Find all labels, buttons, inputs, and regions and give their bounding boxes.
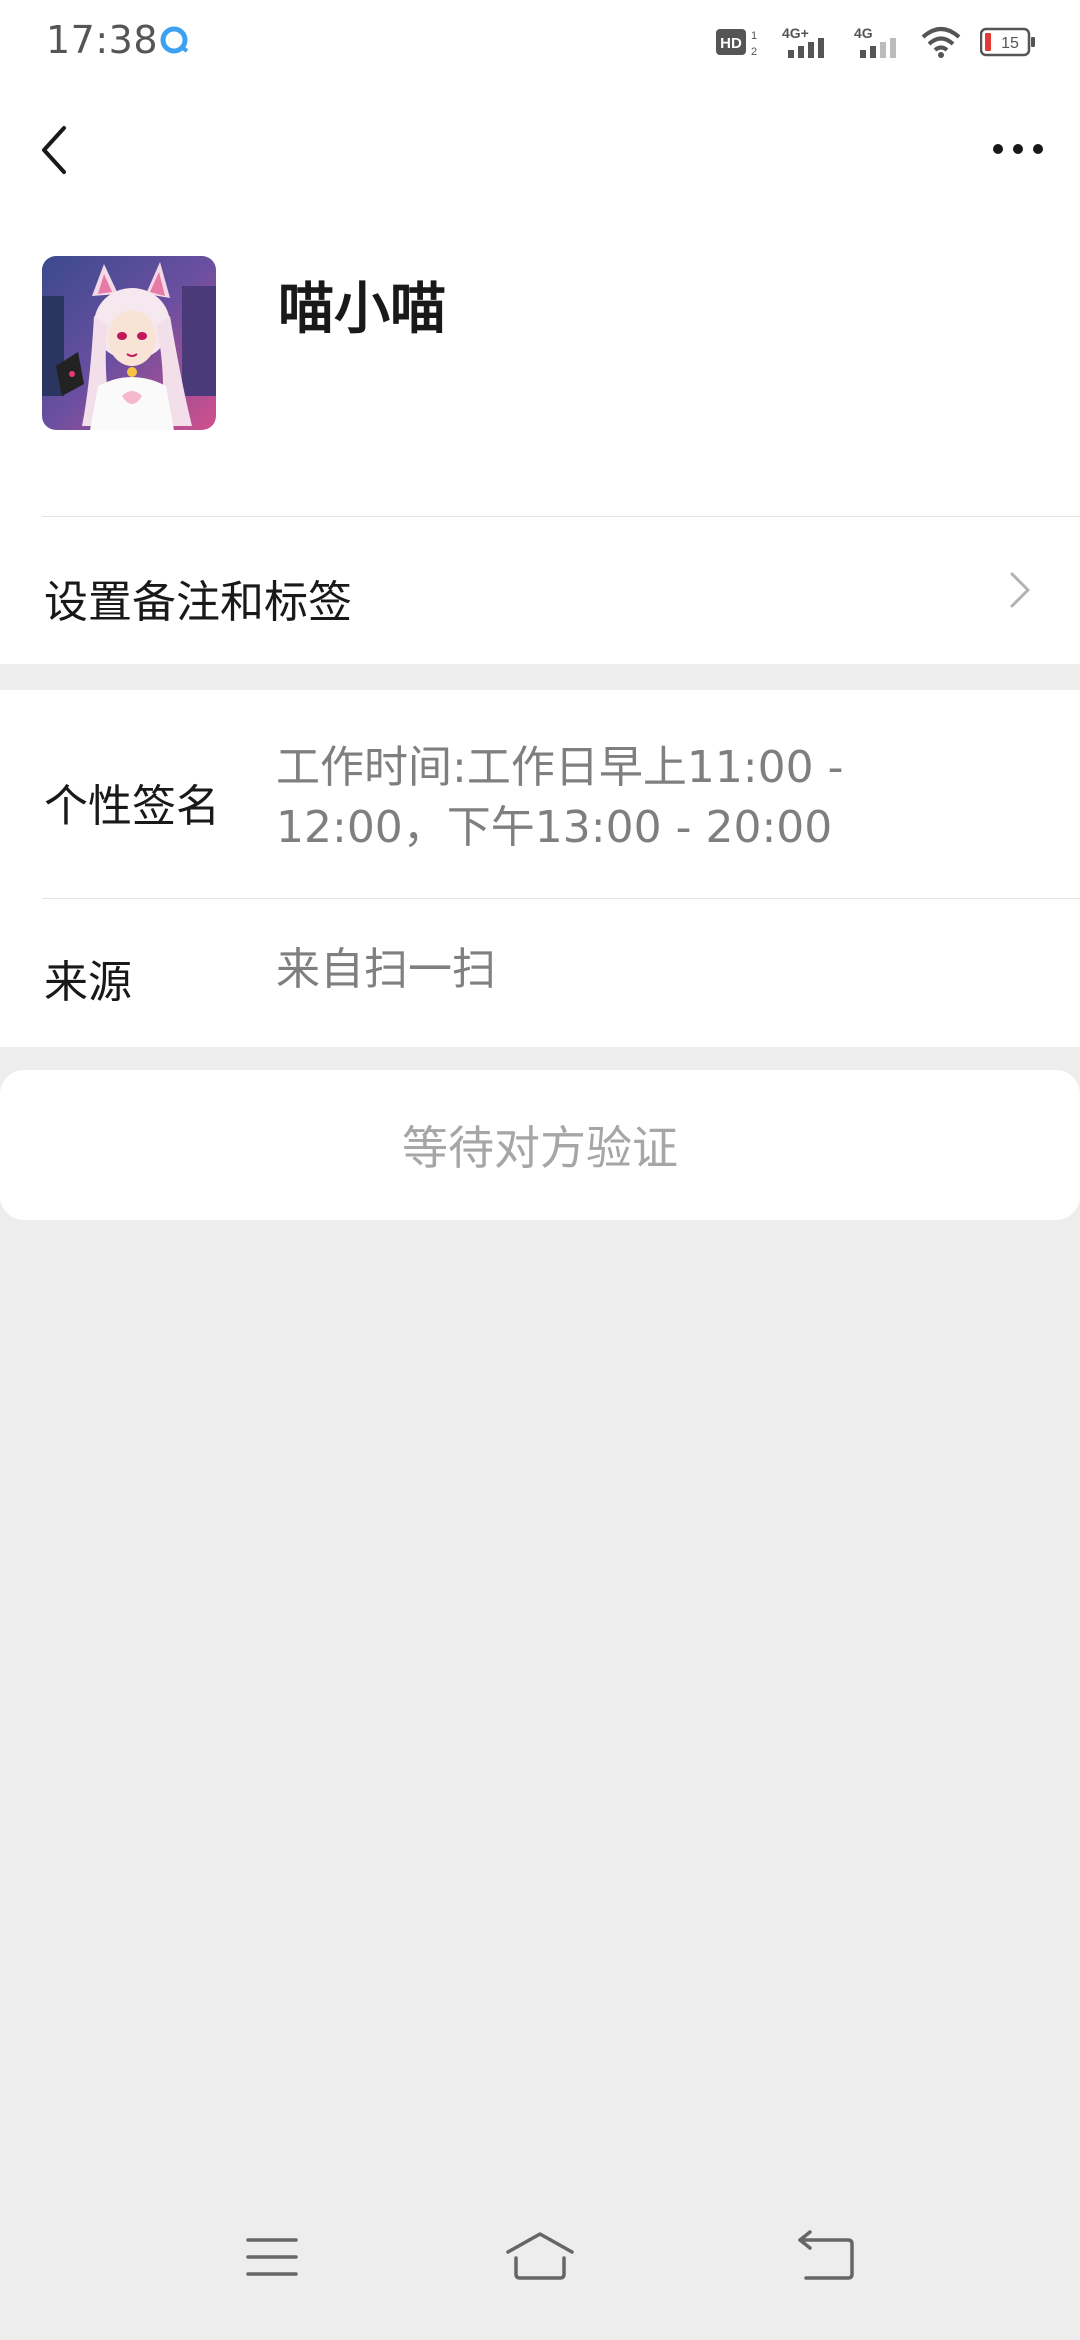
source-value: 来自扫一扫 xyxy=(276,944,496,995)
svg-text:4G+: 4G+ xyxy=(782,25,809,41)
wifi-icon xyxy=(921,27,961,58)
svg-text:15: 15 xyxy=(1001,35,1019,52)
back-nav-icon[interactable] xyxy=(796,2230,856,2282)
status-time: 17:38 xyxy=(46,18,159,62)
signature-value: 工作时间:工作日早上11:00 - 12:00，下午13:00 - 20:00 xyxy=(276,742,844,853)
avatar[interactable] xyxy=(42,256,216,430)
svg-text:HD: HD xyxy=(720,35,742,52)
svg-text:1: 1 xyxy=(751,30,757,42)
status-bar: 17:38 HD 1 2 4G+ 4G 15 xyxy=(0,0,1080,84)
system-nav-bar xyxy=(0,2200,1080,2340)
wait-verification-button[interactable]: 等待对方验证 xyxy=(0,1070,1080,1220)
profile-card: 喵小喵 xyxy=(0,214,1080,516)
svg-text:4G: 4G xyxy=(854,25,873,41)
set-remark-tags-row[interactable]: 设置备注和标签 xyxy=(0,516,1080,664)
source-row: 来源 来自扫一扫 xyxy=(0,898,1080,1047)
battery-icon: 15 xyxy=(980,27,1035,57)
avatar-image xyxy=(42,256,216,430)
info-card: 个性签名 工作时间:工作日早上11:00 - 12:00，下午13:00 - 2… xyxy=(0,690,1080,1047)
status-indicators: HD 1 2 4G+ 4G 15 xyxy=(716,22,1036,62)
svg-text:2: 2 xyxy=(751,46,757,58)
nickname: 喵小喵 xyxy=(278,277,446,342)
source-label: 来源 xyxy=(44,957,132,1008)
remark-tags-label: 设置备注和标签 xyxy=(44,577,352,628)
signature-row: 个性签名 工作时间:工作日早上11:00 - 12:00，下午13:00 - 2… xyxy=(0,690,1080,898)
chevron-right-icon xyxy=(1010,572,1030,608)
top-navbar xyxy=(0,84,1080,214)
signal-4g-plus-icon: 4G+ xyxy=(782,25,824,58)
menu-icon[interactable] xyxy=(244,2234,300,2280)
back-icon[interactable] xyxy=(34,122,74,178)
home-icon[interactable] xyxy=(504,2230,576,2282)
signature-label: 个性签名 xyxy=(44,781,220,832)
browser-app-icon xyxy=(160,26,189,54)
signal-4g-icon: 4G xyxy=(854,25,896,58)
more-dots-icon[interactable] xyxy=(990,134,1046,164)
hd-badge-icon: HD 1 2 xyxy=(716,29,757,58)
